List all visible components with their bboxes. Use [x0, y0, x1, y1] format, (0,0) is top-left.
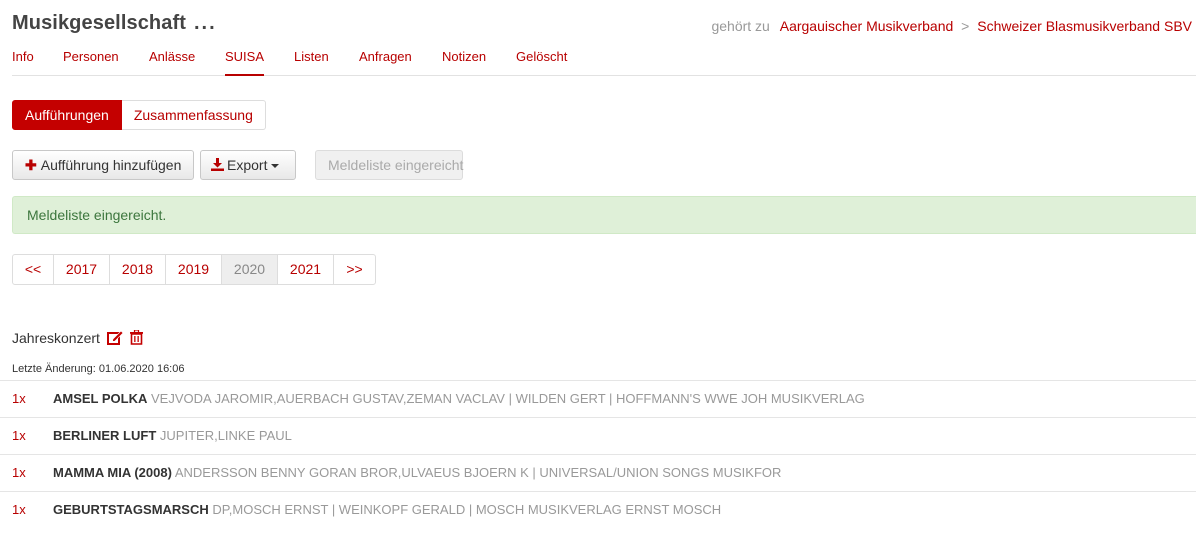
song-title: BERLINER LUFT: [53, 428, 157, 443]
title-suffix: ...: [194, 12, 217, 34]
event-name: Jahreskonzert: [12, 330, 100, 346]
song-info: JUPITER,LINKE PAUL: [159, 428, 292, 443]
song-entry: BERLINER LUFT JUPITER,LINKE PAUL: [53, 418, 292, 454]
parent-link-sbv[interactable]: Schweizer Blasmusikverband SBV: [977, 18, 1192, 34]
subtab-zusammenfassung[interactable]: Zusammenfassung: [121, 100, 266, 130]
chevron-down-icon: [271, 164, 280, 169]
pager-prev[interactable]: <<: [12, 254, 54, 285]
tab-personen[interactable]: Personen: [63, 49, 119, 76]
add-performance-button[interactable]: ✚ Aufführung hinzufügen: [12, 150, 194, 180]
song-title: GEBURTSTAGSMARSCH: [53, 502, 209, 517]
breadcrumb-separator: >: [961, 18, 970, 34]
song-entry: AMSEL POLKA VEJVODA JAROMIR,AUERBACH GUS…: [53, 381, 865, 417]
export-button[interactable]: Export: [200, 150, 296, 180]
edit-icon[interactable]: [106, 330, 124, 348]
main-nav: Info Personen Anlässe SUISA Listen Anfra…: [12, 49, 1196, 76]
song-info: ANDERSSON BENNY GORAN BROR,ULVAEUS BJOER…: [174, 465, 782, 480]
song-info: VEJVODA JAROMIR,AUERBACH GUSTAV,ZEMAN VA…: [151, 391, 865, 406]
parent-link-aargau[interactable]: Aargauischer Musikverband: [780, 18, 954, 34]
plus-icon: ✚: [25, 157, 37, 173]
sub-tabs: Aufführungen Zusammenfassung: [12, 100, 266, 130]
tab-notizen[interactable]: Notizen: [442, 49, 486, 76]
song-entry: MAMMA MIA (2008) ANDERSSON BENNY GORAN B…: [53, 455, 781, 491]
tab-anlaesse[interactable]: Anlässe: [149, 49, 195, 76]
page-header: Musikgesellschaft... gehört zu Aargauisc…: [12, 12, 1192, 42]
export-label: Export: [227, 157, 268, 173]
page-title: Musikgesellschaft...: [12, 12, 217, 35]
event-heading: Jahreskonzert: [12, 329, 143, 348]
belongs-label: gehört zu: [711, 18, 770, 34]
song-count: 1x: [12, 502, 26, 517]
song-count: 1x: [12, 465, 26, 480]
list-item: 1x GEBURTSTAGSMARSCH DP,MOSCH ERNST | WE…: [0, 491, 1196, 528]
pager-year-2019[interactable]: 2019: [165, 254, 222, 285]
trash-icon[interactable]: [129, 329, 143, 348]
song-count: 1x: [12, 391, 26, 406]
tab-suisa[interactable]: SUISA: [225, 49, 265, 76]
add-performance-label: Aufführung hinzufügen: [40, 157, 182, 173]
song-count: 1x: [12, 428, 26, 443]
song-info: DP,MOSCH ERNST | WEINKOPF GERALD | MOSCH…: [212, 502, 722, 517]
tab-listen[interactable]: Listen: [294, 49, 329, 76]
list-item: 1x AMSEL POLKA VEJVODA JAROMIR,AUERBACH …: [0, 380, 1196, 417]
subtab-auffuehrungen[interactable]: Aufführungen: [12, 100, 122, 130]
success-alert: Meldeliste eingereicht.: [12, 196, 1196, 234]
list-item: 1x BERLINER LUFT JUPITER,LINKE PAUL: [0, 417, 1196, 454]
pager-next[interactable]: >>: [333, 254, 376, 285]
song-entry: GEBURTSTAGSMARSCH DP,MOSCH ERNST | WEINK…: [53, 492, 721, 528]
list-item: 1x MAMMA MIA (2008) ANDERSSON BENNY GORA…: [0, 454, 1196, 491]
submitted-button: Meldeliste eingereicht: [315, 150, 463, 180]
song-title: MAMMA MIA (2008): [53, 465, 172, 480]
breadcrumb: gehört zu Aargauischer Musikverband > Sc…: [711, 18, 1192, 34]
pager-year-2018[interactable]: 2018: [109, 254, 166, 285]
year-pager: << 2017 2018 2019 2020 2021 >>: [12, 254, 376, 285]
tab-geloescht[interactable]: Gelöscht: [516, 49, 567, 76]
song-title: AMSEL POLKA: [53, 391, 148, 406]
pager-year-2017[interactable]: 2017: [53, 254, 110, 285]
tab-info[interactable]: Info: [12, 49, 34, 76]
download-icon: [211, 152, 224, 180]
tab-anfragen[interactable]: Anfragen: [359, 49, 412, 76]
group-name: Musikgesellschaft: [12, 12, 186, 34]
pager-year-2021[interactable]: 2021: [277, 254, 334, 285]
last-change: Letzte Änderung: 01.06.2020 16:06: [12, 363, 185, 375]
pager-year-2020: 2020: [221, 254, 278, 285]
song-list: 1x AMSEL POLKA VEJVODA JAROMIR,AUERBACH …: [0, 380, 1196, 528]
